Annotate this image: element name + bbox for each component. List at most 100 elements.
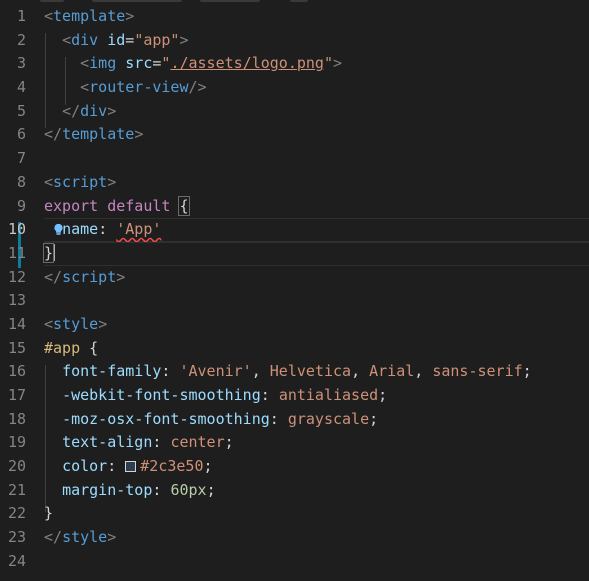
colon: : [98,220,117,239]
line-number[interactable]: 1 [0,5,26,29]
attribute-name: id [107,30,126,49]
code-line-18[interactable]: -moz-osx-font-smoothing: grayscale; [44,408,589,432]
line-number[interactable]: 15 [0,337,26,361]
tag-name: script [53,172,108,191]
tag-bracket: > [107,528,117,547]
line-number[interactable]: 20 [0,455,26,479]
line-number[interactable]: 18 [0,408,26,432]
semicolon: ; [224,433,234,452]
code-line-16[interactable]: font-family: 'Avenir', Helvetica, Arial,… [44,360,589,384]
code-line-13[interactable] [44,289,589,313]
code-line-7[interactable] [44,147,589,171]
comma: , [414,362,433,381]
css-property: font-family [62,362,162,381]
tag-bracket: /> [188,78,207,97]
line-number[interactable]: 12 [0,266,26,290]
tag-name: template [62,125,135,144]
line-number[interactable]: 5 [0,100,26,124]
code-line-22[interactable]: } [44,502,589,526]
tag-name: style [62,528,108,547]
code-line-19[interactable]: text-align: center; [44,431,589,455]
line-number[interactable]: 4 [0,76,26,100]
property-value: 'App' [116,220,162,239]
tag-bracket: < [44,314,54,333]
code-line-24[interactable] [44,550,589,574]
line-number[interactable]: 22 [0,502,26,526]
attribute-name: src [125,54,153,73]
line-number[interactable]: 6 [0,123,26,147]
code-line-20[interactable]: color: #2c3e50; [44,455,589,479]
object-property: name [62,220,99,239]
tag-bracket: < [44,7,54,25]
code-line-14[interactable]: <style> [44,313,589,337]
code-line-9[interactable]: export default { [44,195,589,219]
code-line-23[interactable]: </style> [44,526,589,550]
brace-close: } [44,504,54,523]
line-number[interactable]: 24 [0,550,26,574]
line-number[interactable]: 8 [0,171,26,195]
line-number[interactable]: 9 [0,195,26,219]
line-number[interactable]: 21 [0,479,26,503]
css-value: 60px [170,480,207,499]
css-value: grayscale [287,409,370,428]
tag-name: img [89,54,117,73]
code-line-17[interactable]: -webkit-font-smoothing: antialiased; [44,384,589,408]
code-editor[interactable]: 1 2 3 4 5 6 7 8 9 10 11 12 13 14 15 16 17 18 19 20 21 22 23 24 … [0,0,589,581]
line-number[interactable]: 23 [0,526,26,550]
semicolon: ; [206,480,216,499]
semicolon: ; [378,386,388,404]
src-path-link[interactable]: ./assets/logo.png [170,54,324,72]
scrolled-previous-line [0,0,589,3]
tag-bracket: </ [44,528,63,547]
semicolon: ; [203,457,213,476]
colon: : [152,480,171,499]
line-number[interactable]: 14 [0,313,26,337]
tag-bracket: < [44,172,54,191]
tag-name: template [53,7,126,25]
code-line-6[interactable]: </template> [44,123,589,147]
tag-name: router-view [89,78,189,97]
code-line-8[interactable]: <script> [44,171,589,195]
code-line-1[interactable]: <template> [44,5,589,29]
tag-bracket: </ [62,101,81,120]
css-property: text-align [62,433,153,452]
css-value: Helvetica [269,362,352,381]
code-line-12[interactable]: </script> [44,266,589,290]
line-number[interactable]: 10 [0,218,26,242]
code-line-15[interactable]: #app { [44,337,589,361]
attribute-value: "app" [134,30,180,49]
line-number[interactable]: 7 [0,147,26,171]
tag-bracket: > [134,125,144,144]
line-number[interactable]: 17 [0,384,26,408]
css-value: 'Avenir' [179,362,252,381]
tag-bracket: > [107,172,117,191]
code-line-10[interactable]: name: 'App' [44,218,589,242]
line-number[interactable]: 16 [0,360,26,384]
css-value: antialiased [278,386,379,404]
colon: : [107,457,126,476]
keyword-export: export [44,196,99,215]
code-line-11[interactable]: } [42,242,589,266]
line-number-gutter: 1 2 3 4 5 6 7 8 9 10 11 12 13 14 15 16 17 18 19 20 21 22 23 24 [0,5,26,574]
tag-bracket: < [80,78,90,97]
color-swatch-icon[interactable] [125,461,137,473]
code-line-3[interactable]: <img src="./assets/logo.png"> [44,52,589,76]
code-line-21[interactable]: margin-top: 60px; [44,479,589,503]
tag-bracket: > [333,54,343,73]
css-property: -moz-osx-font-smoothing [62,409,270,428]
tag-bracket: > [107,101,117,120]
line-number[interactable]: 11 [0,242,26,266]
line-number[interactable]: 3 [0,52,26,76]
code-line-5[interactable]: </div> [44,100,589,124]
lightbulb-icon[interactable] [52,223,65,236]
css-value: #2c3e50 [140,457,204,476]
code-line-4[interactable]: <router-view/> [44,76,589,100]
code-line-2[interactable]: <div id="app"> [44,29,589,53]
line-number[interactable]: 19 [0,431,26,455]
code-area[interactable]: <template> <div id="app"> <img src="./as… [42,5,589,574]
semicolon: ; [369,409,379,428]
line-number[interactable]: 2 [0,29,26,53]
line-number[interactable]: 13 [0,289,26,313]
css-property: margin-top [62,480,153,499]
css-value: sans-serif [432,362,523,381]
